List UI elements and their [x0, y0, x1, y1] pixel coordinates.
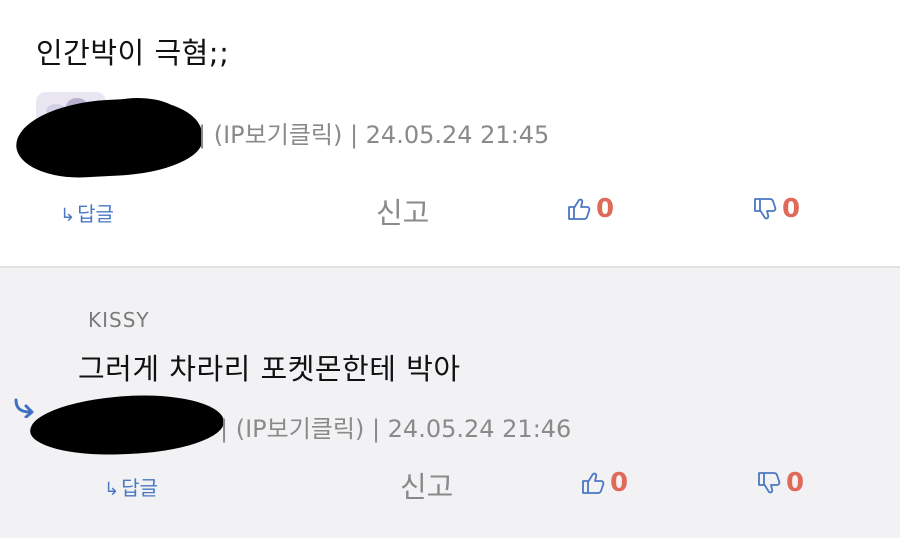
redacted-nickname-extra	[96, 98, 180, 134]
comment-thread: 인간박이 극혐;; | (IP보기클릭) | 24.05.24 21:45 ↳ 답…	[0, 0, 900, 538]
thumbs-down-icon	[754, 198, 777, 220]
reply-comment: KISSY 그러게 차라리 포켓몬한테 박아 | (IP보기클릭) | 24.0…	[0, 268, 900, 538]
comment-actions: ↳ 답글 신고 0 0	[0, 464, 900, 504]
reply-indent-icon	[14, 398, 34, 418]
comment-content: 인간박이 극혐;;	[36, 36, 230, 70]
dislike-count: 0	[786, 468, 805, 498]
thumbs-up-icon	[568, 198, 591, 220]
reply-arrow-icon: ↳	[60, 205, 76, 226]
redacted-nickname	[29, 392, 225, 458]
dislike-count: 0	[782, 194, 801, 224]
report-button[interactable]: 신고	[376, 190, 429, 232]
report-button[interactable]: 신고	[400, 464, 453, 506]
like-count: 0	[596, 194, 615, 224]
reply-arrow-icon: ↳	[104, 479, 120, 500]
dislike-button[interactable]: 0	[756, 468, 804, 498]
reply-target-author: KISSY	[88, 308, 150, 332]
reply-label: 답글	[121, 476, 158, 500]
comment-actions: ↳ 답글 신고 0 0	[0, 190, 900, 230]
reply-button[interactable]: ↳ 답글	[104, 472, 158, 501]
comment-meta[interactable]: | (IP보기클릭) | 24.05.24 21:45	[198, 115, 549, 150]
like-count: 0	[610, 468, 629, 498]
like-button[interactable]: 0	[580, 468, 628, 498]
reply-button[interactable]: ↳ 답글	[60, 198, 114, 227]
reply-label: 답글	[77, 202, 114, 226]
thumbs-up-icon	[582, 472, 605, 494]
comment: 인간박이 극혐;; | (IP보기클릭) | 24.05.24 21:45 ↳ 답…	[0, 0, 900, 266]
thumbs-down-icon	[758, 472, 781, 494]
comment-meta[interactable]: | (IP보기클릭) | 24.05.24 21:46	[220, 409, 571, 444]
like-button[interactable]: 0	[566, 194, 614, 224]
dislike-button[interactable]: 0	[752, 194, 800, 224]
comment-content: 그러게 차라리 포켓몬한테 박아	[78, 352, 461, 386]
